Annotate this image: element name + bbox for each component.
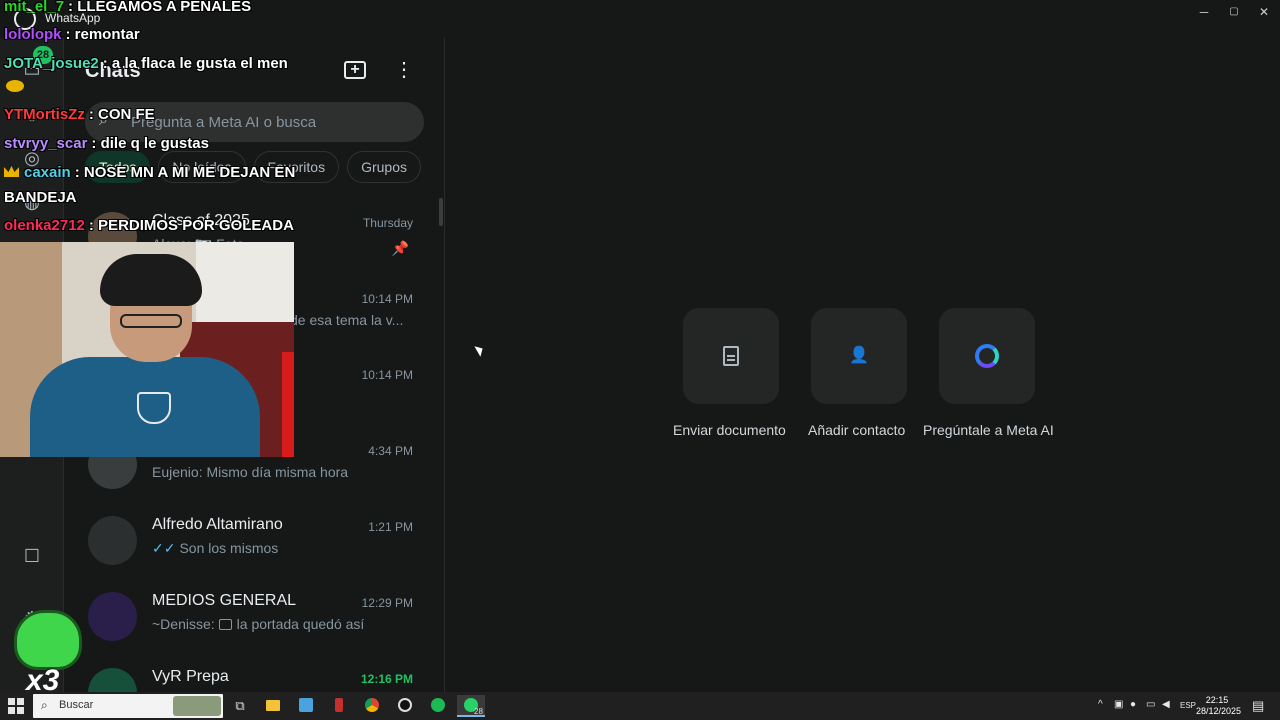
clock-time: 22:15 xyxy=(1205,695,1229,705)
task-view-icon[interactable]: ⧉ xyxy=(226,695,254,717)
chat-preview: Eujenio: Mismo día misma hora xyxy=(152,464,349,480)
chat-preview: ✓✓ Son los mismos xyxy=(152,540,412,557)
tray-app-icon[interactable]: ▣ xyxy=(1114,699,1123,720)
chat-preview-text: Son los mismos xyxy=(179,540,279,556)
title-bar: WhatsApp ─ ▢ ✕ xyxy=(0,0,1280,38)
send-document-label: Enviar documento xyxy=(673,422,786,438)
shirt-logo-icon xyxy=(137,392,171,424)
taskbar: ⌕ Buscar ⧉ 28 ^ ▣ ● ▭ ◀ ESP 22:15 28/12/… xyxy=(0,692,1280,720)
avatar xyxy=(88,592,137,641)
filter-unread[interactable]: No leídos xyxy=(158,151,246,183)
obs-icon[interactable] xyxy=(391,695,419,717)
ask-meta-ai-button[interactable] xyxy=(939,308,1035,404)
tray-chevron-icon[interactable]: ^ xyxy=(1098,699,1103,720)
add-contact-button[interactable]: 👤 xyxy=(811,308,907,404)
filter-chips: Todos No leídos Favoritos Grupos xyxy=(85,151,422,185)
taskbar-clock[interactable]: 22:15 28/12/2025 xyxy=(1196,695,1242,717)
network-icon[interactable]: ▭ xyxy=(1146,699,1155,720)
language-indicator[interactable]: ESP xyxy=(1180,701,1196,720)
chat-row[interactable]: Alfredo Altamirano 1:21 PM ✓✓ Son los mis… xyxy=(65,502,445,578)
chat-name: MEDIOS GENERAL xyxy=(152,592,297,609)
maximize-button[interactable]: ▢ xyxy=(1222,4,1246,20)
chat-name: Alfredo Altamirano xyxy=(152,516,283,533)
chat-row[interactable]: VyR Prepa 12:16 PM xyxy=(65,654,445,692)
search-bar: ⌕ xyxy=(85,102,424,142)
taskbar-search-label: Buscar xyxy=(59,699,94,711)
chat-time: 12:29 PM xyxy=(361,596,413,610)
avatar xyxy=(88,516,137,565)
ask-meta-ai-label: Pregúntale a Meta AI xyxy=(923,422,1054,438)
document-icon xyxy=(723,346,739,366)
status-icon[interactable]: ◌ xyxy=(20,104,44,128)
taskbar-badge: 28 xyxy=(474,707,483,716)
chat-preview-text: la portada quedó así xyxy=(236,616,365,632)
add-contact-icon: 👤 xyxy=(849,347,869,364)
page-title: Chats xyxy=(85,60,141,82)
whatsapp-taskbar-icon[interactable]: 28 xyxy=(457,695,485,717)
chat-name: VyR Prepa xyxy=(152,668,229,685)
search-icon: ⌕ xyxy=(99,112,108,129)
starred-icon[interactable]: ☐ xyxy=(20,544,44,568)
main-empty-state: Enviar documento 👤 Añadir contacto Pregú… xyxy=(445,38,1280,692)
chat-time: 10:14 PM xyxy=(361,292,413,306)
add-contact-label: Añadir contacto xyxy=(808,422,906,438)
mouse-cursor-icon xyxy=(474,343,486,357)
unread-badge: 28 xyxy=(33,46,53,64)
chat-time: 1:21 PM xyxy=(368,520,413,534)
spotify-icon[interactable] xyxy=(424,695,452,717)
menu-button[interactable]: ⋮ xyxy=(392,58,416,82)
webcam-person-hair xyxy=(100,254,202,306)
communities-icon[interactable]: ◍ xyxy=(20,190,44,214)
volume-icon[interactable]: ◀ xyxy=(1162,699,1170,720)
clock-date: 28/12/2025 xyxy=(1196,706,1242,716)
microphone-icon[interactable]: ● xyxy=(1130,699,1136,720)
chat-time: 10:14 PM xyxy=(361,368,413,382)
new-chat-button[interactable]: + xyxy=(344,61,366,79)
windows-start-icon[interactable] xyxy=(8,698,24,714)
chat-preview: ~Denisse: la portada quedó así xyxy=(152,616,412,632)
search-input[interactable] xyxy=(131,102,411,142)
chat-preview-sender: ~Denisse: xyxy=(152,616,215,632)
chrome-icon[interactable] xyxy=(358,695,386,717)
search-highlight-image xyxy=(173,696,221,716)
chat-row[interactable]: MEDIOS GENERAL 12:29 PM ~Denisse: la port… xyxy=(65,578,445,654)
crying-emote-icon xyxy=(14,610,82,670)
meta-ai-icon xyxy=(975,344,999,368)
channels-icon[interactable]: ◎ xyxy=(20,146,44,170)
scrollbar[interactable] xyxy=(439,198,443,226)
webcam-glasses xyxy=(120,314,182,328)
window-title: WhatsApp xyxy=(45,11,101,25)
minimize-button[interactable]: ─ xyxy=(1192,4,1216,20)
chat-name: Class of 2025 xyxy=(152,212,250,229)
pin-icon: 📌 xyxy=(391,240,409,256)
webcam-overlay xyxy=(0,242,294,457)
chat-time: Thursday xyxy=(362,216,413,230)
app-icon[interactable] xyxy=(325,695,353,717)
filter-all[interactable]: Todos xyxy=(85,151,151,183)
read-ticks-icon: ✓✓ xyxy=(152,540,176,556)
chat-time: 12:16 PM xyxy=(360,672,413,686)
chat-preview: de esa tema la v... xyxy=(290,312,404,328)
image-icon xyxy=(218,619,232,630)
avatar xyxy=(88,668,137,692)
search-icon: ⌕ xyxy=(41,698,48,712)
close-button[interactable]: ✕ xyxy=(1252,4,1276,20)
filter-groups[interactable]: Grupos xyxy=(347,151,422,183)
notes-app-icon[interactable] xyxy=(292,695,320,717)
file-explorer-icon[interactable] xyxy=(259,695,287,717)
chat-time: 4:34 PM xyxy=(368,444,413,458)
send-document-button[interactable] xyxy=(683,308,779,404)
notifications-icon[interactable]: ▤ xyxy=(1252,698,1264,720)
webcam-chair-accent xyxy=(282,352,294,457)
whatsapp-logo-icon xyxy=(14,8,36,30)
filter-favorites[interactable]: Favoritos xyxy=(253,151,340,183)
taskbar-search[interactable]: ⌕ Buscar xyxy=(33,694,223,718)
